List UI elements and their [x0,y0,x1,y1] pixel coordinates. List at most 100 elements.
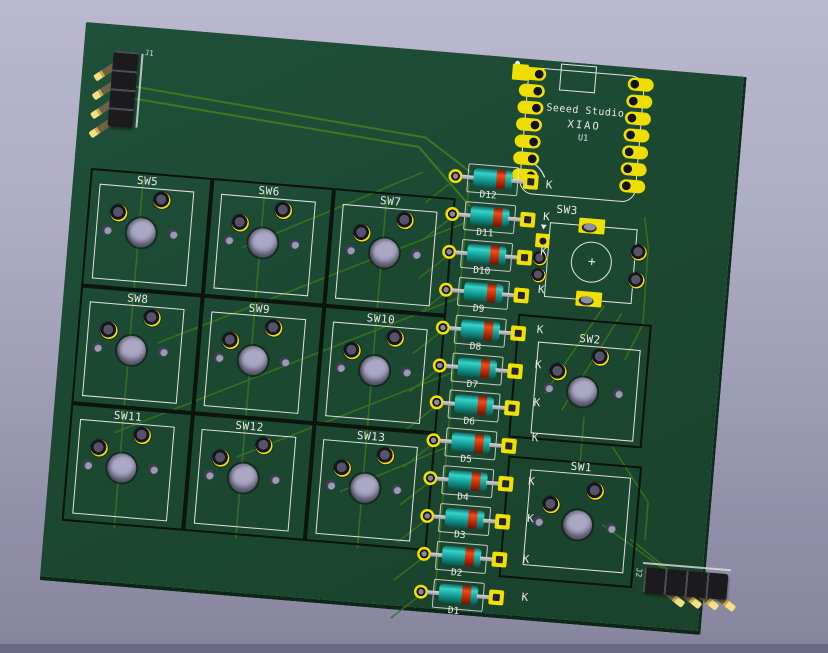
xiao-pad-left [520,66,547,81]
diode-cathode-band [492,207,503,227]
diode-pad-right [516,249,532,265]
xiao-pad-left [514,133,541,148]
diode-body [448,470,488,492]
diode-body [444,508,484,530]
switch-hole-ringA-SW7 [396,211,414,229]
xiao-pad-left [513,150,540,165]
switch-hole-ringA-SW1 [586,482,604,500]
switch-cell-SW5: SW5 [81,168,212,296]
diode-pad-right [513,287,529,303]
header-ref-label-J1: J1 [144,49,154,57]
diode-pad-right [523,174,539,190]
switch-hole-ringA-SW12 [254,436,272,454]
cathode-label: K [527,513,535,525]
xiao-pad-left [516,116,543,131]
diode-D1: D1 [408,580,507,624]
switch-cell-SW6: SW6 [203,178,334,306]
switch-hole-ringB-SW2 [549,362,567,380]
xiao-pad-right [622,144,649,159]
viewport-bottom-bar [0,644,828,653]
button-plus-mark: + [583,255,600,269]
diode-body [463,281,503,303]
xiao-usb-outline [559,63,597,93]
switch-hole-ringB-SW5 [109,203,127,221]
diode-body [470,205,510,227]
switch-hole-ringA-SW2 [591,348,609,366]
diode-pad-right [507,363,523,379]
diode-body [466,243,506,265]
switch-cell-SW8: SW8 [71,286,202,414]
cathode-label: K [522,554,530,566]
diode-cathode-band [464,547,475,567]
switch-hole-ringB-SW1 [541,495,559,513]
switch-hole-ringB-SW9 [221,331,239,349]
cathode-label: K [545,179,553,191]
switch-cell-SW11: SW11 [62,403,193,531]
cathode-label: K [521,592,529,604]
xiao-pad-right [619,178,646,193]
diode-cathode-band [474,434,485,454]
cathode-label: K [540,246,548,258]
xiao-pad-left [518,83,545,98]
header-ref-label-J2: J2 [634,567,643,577]
switch-hole-ringA-SW11 [133,426,151,444]
cathode-label: K [543,211,551,223]
diode-pad-right [494,514,510,530]
switch-cell-SW1: SW1 [498,455,642,588]
switch-hole-ringA-SW5 [152,191,170,209]
switch-hole-ringA-SW10 [386,328,404,346]
pcb-board: Seeed Studio XIAO U1 SW3 + [40,22,747,635]
switch-cell-SW9: SW9 [193,296,324,424]
diode-pad-right [491,551,507,567]
diode-body [454,394,494,416]
diode-pad-right [501,438,517,454]
diode-body [460,319,500,341]
switch-hole-ringB-SW10 [343,341,361,359]
xiao-pad-right [624,110,651,125]
cathode-label: K [536,324,544,336]
xiao-pad-right [620,161,647,176]
cathode-label: K [531,432,539,444]
diode-cathode-band [486,283,497,303]
xiao-pad-right [627,77,654,92]
cathode-label: K [533,397,541,409]
diode-body [451,432,491,454]
diode-body [438,583,478,605]
cathode-label: K [528,476,536,488]
switch-hole-ringB-SW12 [211,448,229,466]
diode-pad-right [488,589,504,605]
diode-cathode-band [477,396,488,416]
diode-pad-right [504,400,520,416]
button-pad-bottom [575,291,602,308]
switch-hole-ringA-SW8 [143,308,161,326]
xiao-pad-right [626,94,653,109]
pin1-arrow-mark [540,224,546,229]
diode-pad-right [520,212,536,228]
switch-hole-ringB-SW13 [333,459,351,477]
switch-hole-ringA-SW13 [376,446,394,464]
xiao-pad-right [623,127,650,142]
xiao-pad-left [517,100,544,115]
switch-hole-ringB-SW8 [99,321,117,339]
diode-body [441,545,481,567]
switch-hole-ringA-SW6 [274,201,292,219]
switch-hole-ringA-SW9 [264,318,282,336]
diode-cathode-band [467,509,478,529]
diode-cathode-band [483,321,494,341]
diode-pad-right [510,325,526,341]
diode-pad-right [498,476,514,492]
diode-cathode-band [471,472,482,492]
switch-cell-SW12: SW12 [183,413,314,541]
cathode-label: K [538,284,546,296]
diode-body [473,168,513,190]
diode-body [457,357,497,379]
switch-hole-ringB-SW11 [90,438,108,456]
switch-hole-ringB-SW7 [352,223,370,241]
diode-cathode-band [496,170,507,190]
switch-hole-ringB-SW6 [231,213,249,231]
diode-cathode-band [461,585,472,605]
3d-viewer-canvas[interactable]: Seeed Studio XIAO U1 SW3 + [0,0,828,653]
cathode-label: K [534,359,542,371]
diode-cathode-band [480,358,491,378]
diode-cathode-band [489,245,500,265]
